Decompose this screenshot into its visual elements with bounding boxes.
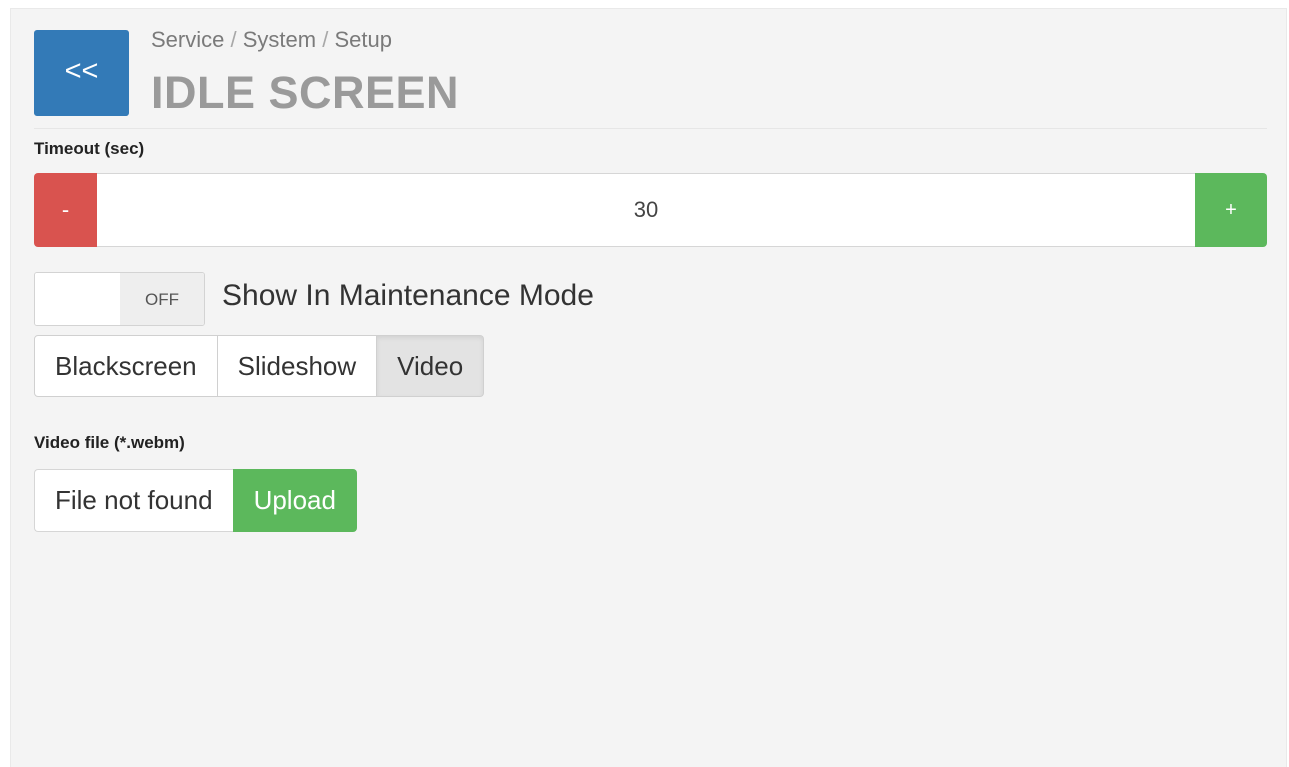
mode-blackscreen-button[interactable]: Blackscreen [34,335,218,397]
video-file-group: File not found Upload [34,469,357,532]
increment-button[interactable]: + [1195,173,1267,247]
upload-button[interactable]: Upload [232,469,357,532]
idle-screen-panel: << Service / System / Setup IDLE SCREEN … [10,8,1287,767]
breadcrumb: Service / System / Setup [151,27,392,53]
breadcrumb-item-setup: Setup [334,27,392,52]
page-title: IDLE SCREEN [151,67,460,118]
file-status: File not found [34,469,233,532]
timeout-input[interactable] [97,173,1195,247]
back-button[interactable]: << [34,30,129,116]
maintenance-mode-label: Show In Maintenance Mode [222,279,594,312]
breadcrumb-item-service: Service [151,27,225,52]
breadcrumb-separator: / [322,27,329,52]
header-divider [34,128,1267,129]
mode-slideshow-button[interactable]: Slideshow [217,335,378,397]
video-file-label: Video file (*.webm) [34,433,185,452]
breadcrumb-separator: / [230,27,237,52]
timeout-label: Timeout (sec) [34,139,145,158]
breadcrumb-item-system: System [242,27,317,52]
mode-video-button[interactable]: Video [377,335,485,397]
toggle-handle[interactable] [35,273,120,325]
decrement-button[interactable]: - [34,173,97,247]
timeout-stepper: - + [34,173,1267,247]
idle-mode-selector: Blackscreen Slideshow Video [34,335,485,397]
maintenance-mode-toggle[interactable]: OFF [34,272,205,326]
toggle-state-label: OFF [120,273,204,325]
